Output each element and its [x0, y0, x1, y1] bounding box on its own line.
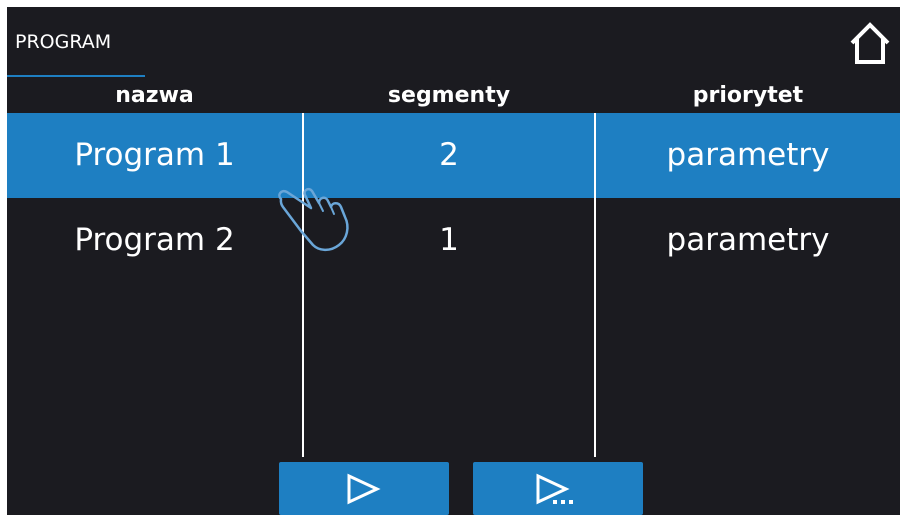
- play-icon: [347, 473, 381, 505]
- priority-cell[interactable]: parametry: [596, 198, 900, 283]
- start-program-options-button[interactable]: [473, 462, 643, 515]
- tab-program-label: PROGRAM: [15, 31, 112, 53]
- table-row[interactable]: Program 1 2 parametry: [7, 113, 900, 198]
- tab-program[interactable]: PROGRAM: [7, 7, 145, 77]
- priority-cell[interactable]: parametry: [596, 113, 900, 198]
- table-row[interactable]: Program 2 1 parametry: [7, 198, 900, 283]
- program-table: Program 1 2 parametry Program 2 1 parame…: [7, 113, 900, 457]
- start-program-button[interactable]: [279, 462, 449, 515]
- column-divider: [594, 113, 596, 457]
- header-bar: PROGRAM: [7, 7, 900, 79]
- home-button[interactable]: [847, 21, 893, 67]
- program-name-cell: Program 1: [74, 137, 235, 173]
- column-headers: nazwa segmenty priorytet: [7, 79, 900, 113]
- play-more-icon: [536, 473, 573, 505]
- tap-hand-icon: [278, 187, 349, 252]
- column-header-name: nazwa: [115, 83, 194, 108]
- column-header-priority: priorytet: [692, 83, 804, 108]
- column-divider: [302, 113, 304, 457]
- program-screen: PROGRAM nazwa segmenty priorytet Program…: [7, 7, 900, 515]
- home-icon: [850, 22, 890, 64]
- program-name-cell: Program 2: [74, 222, 235, 258]
- column-header-segments: segmenty: [387, 83, 511, 108]
